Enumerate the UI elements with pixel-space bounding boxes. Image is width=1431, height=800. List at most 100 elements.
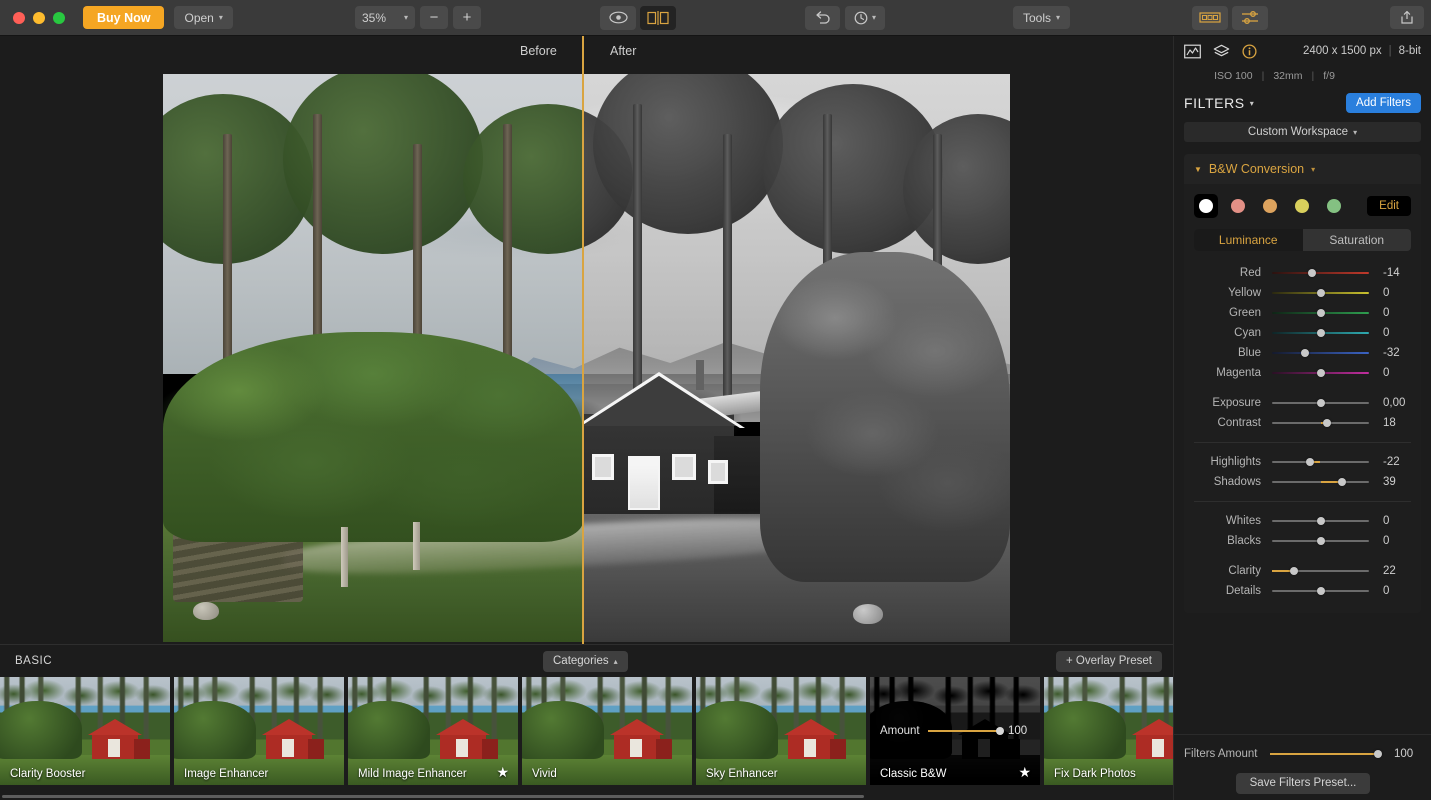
swatch-green[interactable]	[1322, 194, 1346, 218]
chevron-down-icon: ▾	[1056, 13, 1061, 22]
slider-track[interactable]	[1272, 329, 1369, 337]
swatch-orange[interactable]	[1258, 194, 1282, 218]
compare-split-button[interactable]	[640, 5, 676, 30]
preset-item[interactable]: Sky Enhancer	[696, 677, 866, 785]
layers-icon[interactable]	[1213, 44, 1230, 59]
minimize-window-button[interactable]	[33, 11, 45, 24]
preview-toggle-button[interactable]	[600, 5, 636, 30]
bw-conversion-header[interactable]: ▼ B&W Conversion ▾	[1184, 154, 1421, 184]
front-door	[628, 456, 660, 510]
adjustments-toggle-button[interactable]	[1232, 5, 1268, 30]
slider-knob[interactable]	[1323, 419, 1332, 427]
slider-track[interactable]	[1272, 587, 1369, 595]
preset-amount-slider[interactable]: Amount 100	[880, 725, 1030, 737]
favorite-star-icon[interactable]: ★	[1018, 764, 1031, 781]
exif-info-row: ISO 100 | 32mm | f/9	[1174, 66, 1431, 86]
filmstrip-toggle-button[interactable]	[1192, 5, 1228, 30]
preset-item[interactable]: Image Enhancer	[174, 677, 344, 785]
filters-amount-label: Filters Amount	[1184, 748, 1258, 760]
preset-item-selected[interactable]: Amount 100 Classic B&W ★	[870, 677, 1040, 785]
edit-button[interactable]: Edit	[1367, 196, 1411, 216]
zoom-level-dropdown[interactable]: 35% ▾	[355, 6, 415, 29]
share-button[interactable]	[1390, 6, 1424, 29]
add-filters-button[interactable]: Add Filters	[1346, 93, 1421, 113]
slider-track[interactable]	[1272, 419, 1369, 427]
preset-scrollbar-thumb[interactable]	[2, 795, 864, 798]
slider-knob[interactable]	[1316, 289, 1325, 297]
overlay-preset-button[interactable]: + Overlay Preset	[1056, 650, 1162, 672]
slider-knob[interactable]	[1337, 478, 1346, 486]
slider-knob[interactable]	[1290, 567, 1299, 575]
filters-amount-block: Filters Amount 100	[1174, 734, 1431, 764]
tab-saturation[interactable]: Saturation	[1303, 229, 1412, 251]
slider-knob[interactable]	[1305, 458, 1314, 466]
preset-thumbnail-strip[interactable]: Clarity Booster Image Enhancer Mild Imag…	[0, 677, 1214, 787]
slider-track[interactable]	[1272, 269, 1369, 277]
buy-now-button[interactable]: Buy Now	[83, 6, 165, 29]
slider-track[interactable]	[1272, 369, 1369, 377]
divider	[1194, 442, 1411, 443]
preset-name: Image Enhancer	[184, 768, 269, 780]
preset-item[interactable]: Vivid	[522, 677, 692, 785]
slider-knob[interactable]	[1316, 329, 1325, 337]
slider-track[interactable]	[1272, 309, 1369, 317]
slider-track[interactable]	[1272, 478, 1369, 486]
slider-magenta: Magenta 0	[1194, 363, 1411, 383]
top-toolbar: Buy Now Open ▾ 35% ▾ − + ▾ Tools ▾	[0, 0, 1431, 36]
slider-knob[interactable]	[1316, 587, 1325, 595]
zoom-in-button[interactable]: +	[453, 6, 481, 29]
slider-knob[interactable]	[1316, 399, 1325, 407]
preset-amount-track[interactable]	[927, 727, 1004, 735]
close-window-button[interactable]	[13, 11, 25, 24]
slider-track[interactable]	[1272, 289, 1369, 297]
filters-title-dropdown[interactable]: FILTERS ▾	[1184, 95, 1254, 111]
slider-value: 18	[1383, 417, 1396, 429]
slider-knob[interactable]	[1316, 309, 1325, 317]
image-meta-row: 2400 x 1500 px | 8-bit	[1174, 36, 1431, 66]
histogram-icon[interactable]	[1184, 44, 1201, 59]
preset-scrollbar[interactable]	[0, 793, 1173, 800]
save-filters-preset-button[interactable]: Save Filters Preset...	[1235, 772, 1371, 794]
history-button[interactable]: ▾	[845, 5, 886, 30]
preset-item[interactable]: Clarity Booster	[0, 677, 170, 785]
slider-knob[interactable]	[1316, 517, 1325, 525]
undo-button[interactable]	[805, 5, 840, 30]
slider-knob[interactable]	[1316, 369, 1325, 377]
categories-dropdown[interactable]: Categories ▴	[543, 650, 628, 672]
preset-amount-knob[interactable]	[996, 727, 1004, 735]
slider-value: -32	[1383, 347, 1400, 359]
zoom-level-value: 35%	[362, 10, 387, 25]
slider-track[interactable]	[1272, 517, 1369, 525]
slider-red: Red -14	[1194, 263, 1411, 283]
slider-track[interactable]	[1272, 537, 1369, 545]
workspace-dropdown[interactable]: Custom Workspace ▾	[1184, 122, 1421, 142]
image-preview[interactable]	[163, 74, 1010, 642]
slider-knob[interactable]	[1300, 349, 1309, 357]
photo-editor-window: Buy Now Open ▾ 35% ▾ − + ▾ Tools ▾ Befor…	[0, 0, 1431, 800]
maximize-window-button[interactable]	[53, 11, 65, 24]
favorite-star-icon[interactable]: ★	[496, 764, 509, 781]
tools-button[interactable]: Tools ▾	[1013, 6, 1071, 29]
slider-knob[interactable]	[1374, 750, 1382, 758]
preset-name: Fix Dark Photos	[1054, 768, 1136, 780]
swatch-yellow[interactable]	[1290, 194, 1314, 218]
before-after-divider[interactable]	[582, 36, 584, 644]
tab-luminance[interactable]: Luminance	[1194, 229, 1303, 251]
swatch-white[interactable]	[1194, 194, 1218, 218]
swatch-red[interactable]	[1226, 194, 1250, 218]
slider-label: Exposure	[1212, 397, 1261, 409]
slider-track[interactable]	[1272, 458, 1369, 466]
preset-item[interactable]: Mild Image Enhancer ★	[348, 677, 518, 785]
slider-track[interactable]	[1269, 750, 1382, 758]
slider-track[interactable]	[1272, 399, 1369, 407]
slider-knob[interactable]	[1316, 537, 1325, 545]
open-button[interactable]: Open ▾	[174, 6, 233, 29]
slider-track[interactable]	[1272, 567, 1369, 575]
thumb-bush	[1044, 701, 1126, 759]
filters-title: FILTERS	[1184, 95, 1245, 111]
slider-knob[interactable]	[1307, 269, 1316, 277]
info-icon[interactable]	[1242, 43, 1257, 59]
zoom-out-button[interactable]: −	[420, 6, 448, 29]
slider-track[interactable]	[1272, 349, 1369, 357]
after-label: After	[610, 44, 637, 58]
